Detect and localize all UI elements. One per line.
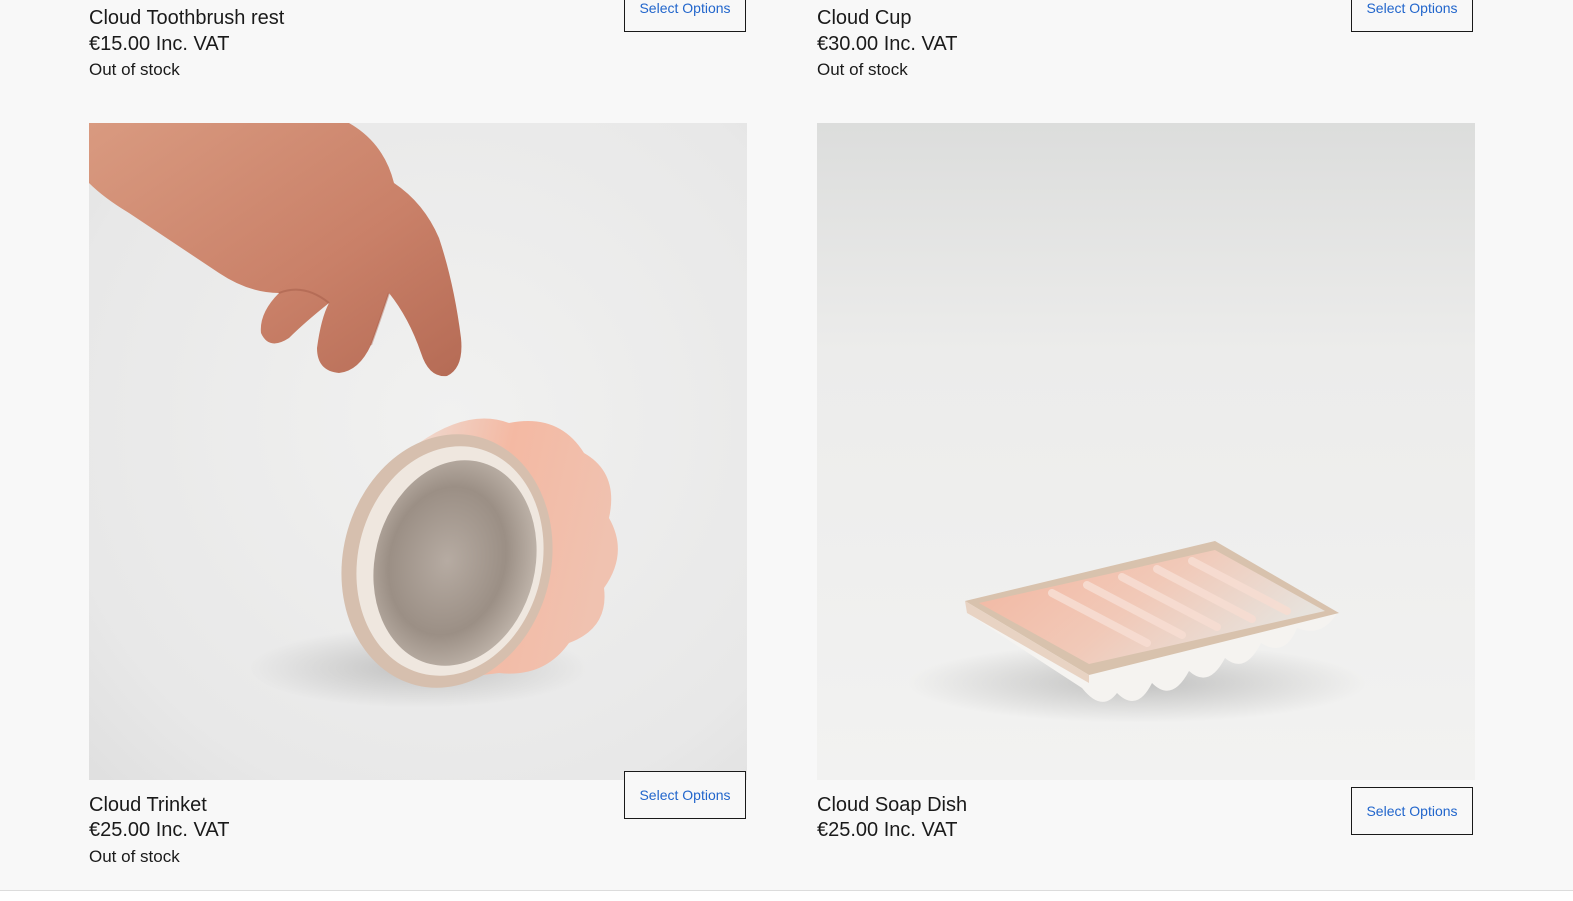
select-options-button[interactable]: Select Options bbox=[624, 771, 746, 819]
product-price: €25.00 Inc. VAT bbox=[817, 819, 958, 841]
footer-edge bbox=[0, 891, 1573, 901]
product-price: €15.00 Inc. VAT bbox=[89, 33, 230, 55]
select-options-button[interactable]: Select Options bbox=[1351, 0, 1473, 32]
stock-status: Out of stock bbox=[89, 60, 180, 79]
product-price: €30.00 Inc. VAT bbox=[817, 33, 958, 55]
product-grid-page: Cloud Toothbrush rest €15.00 Inc. VAT Ou… bbox=[0, 0, 1573, 901]
product-name[interactable]: Cloud Trinket bbox=[89, 793, 207, 817]
select-options-button[interactable]: Select Options bbox=[624, 0, 746, 32]
stock-status: Out of stock bbox=[89, 847, 180, 866]
soap-dish-photo bbox=[817, 123, 1475, 780]
select-options-button[interactable]: Select Options bbox=[1351, 787, 1473, 835]
product-name[interactable]: Cloud Cup bbox=[817, 6, 912, 30]
stock-status: Out of stock bbox=[817, 60, 908, 79]
product-price: €25.00 Inc. VAT bbox=[89, 819, 230, 841]
product-name[interactable]: Cloud Soap Dish bbox=[817, 793, 967, 817]
product-name[interactable]: Cloud Toothbrush rest bbox=[89, 6, 284, 30]
product-image-trinket[interactable] bbox=[89, 123, 747, 780]
trinket-photo bbox=[89, 123, 747, 780]
product-image-soap-dish[interactable] bbox=[817, 123, 1475, 780]
